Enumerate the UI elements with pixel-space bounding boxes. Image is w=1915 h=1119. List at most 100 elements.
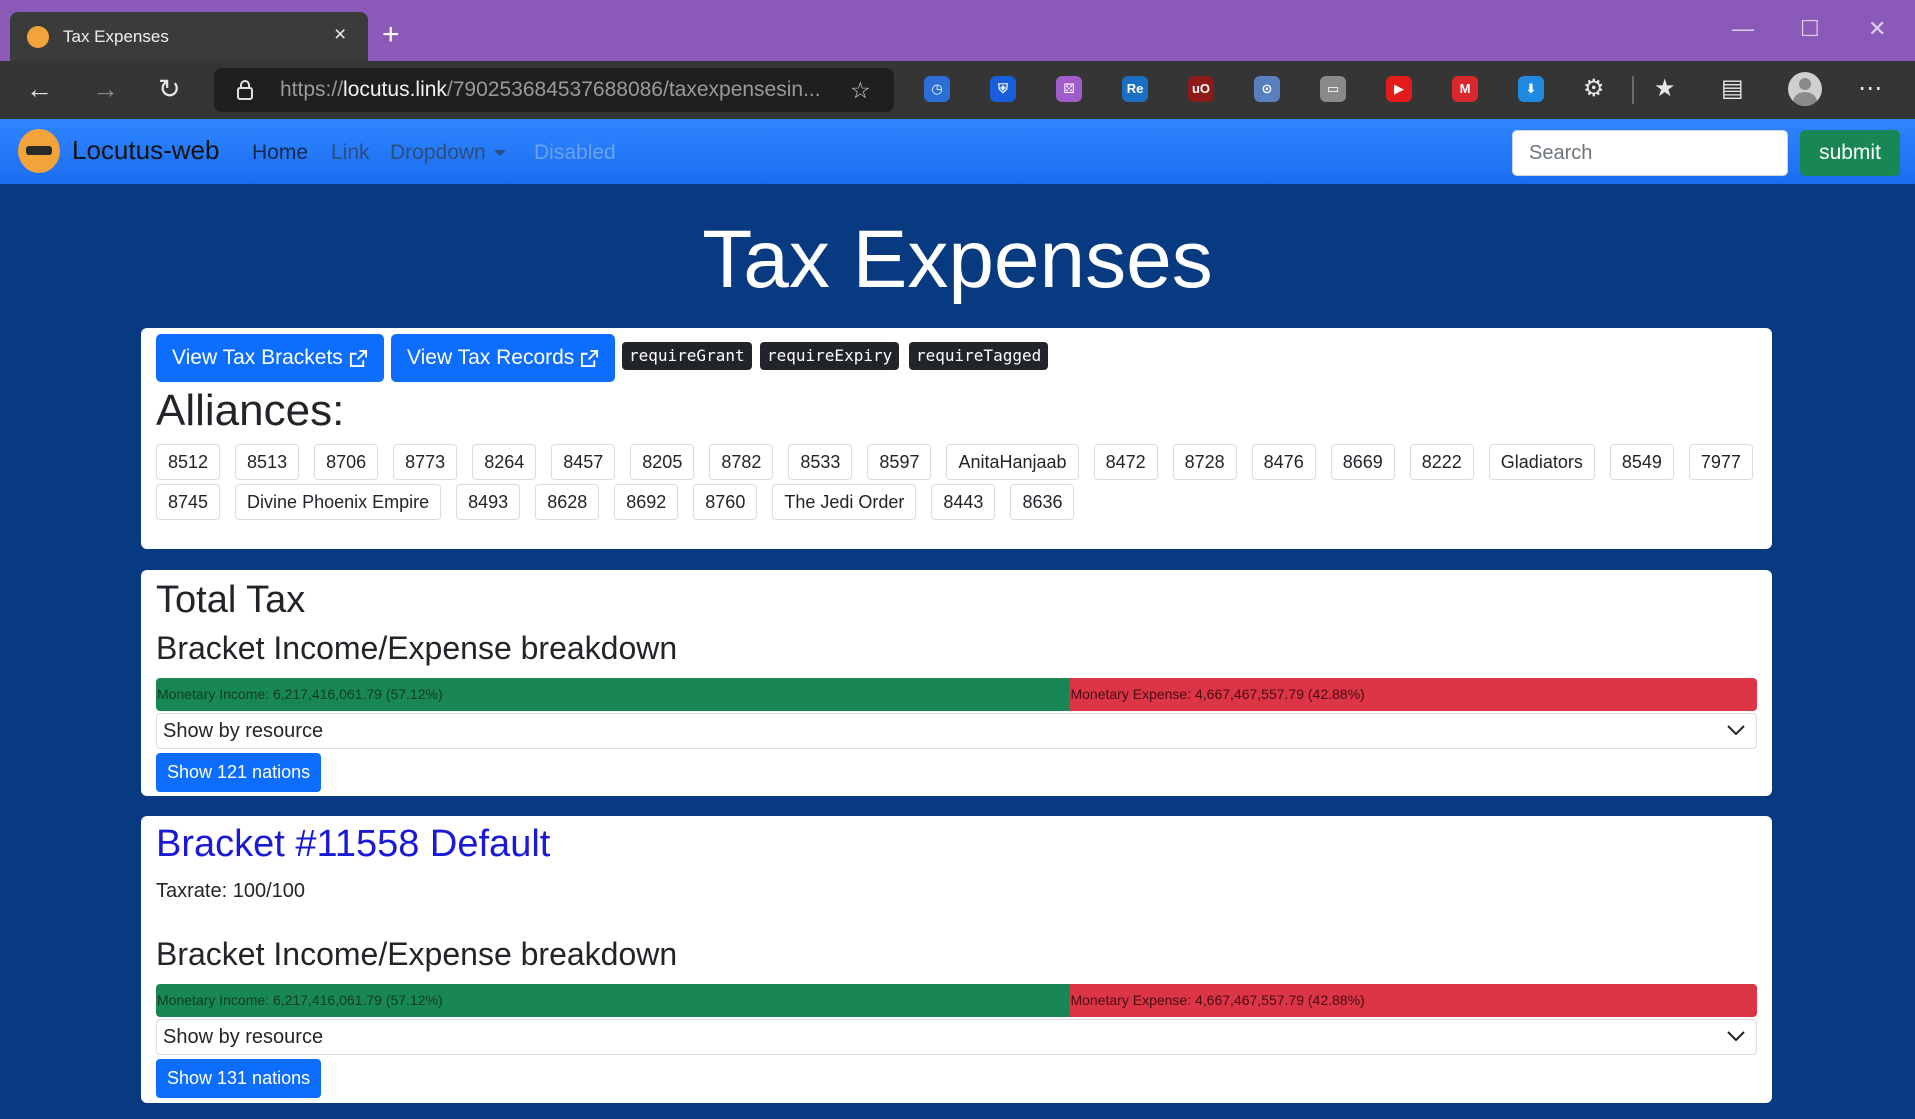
alliance-chip[interactable]: Divine Phoenix Empire	[235, 484, 442, 520]
expense-segment: Monetary Expense: 4,667,467,557.79 (42.8…	[1070, 984, 1757, 1017]
extensions-puzzle-icon[interactable]: ⚙	[1583, 74, 1605, 104]
bitwarden-icon[interactable]: ⛨	[990, 76, 1016, 102]
resource-select[interactable]: Show by resource	[156, 1019, 1757, 1055]
site-favicon-icon	[27, 26, 49, 48]
income-segment: Monetary Income: 6,217,416,061.79 (57.12…	[156, 678, 1071, 711]
alliance-chip[interactable]: 8512	[156, 444, 221, 480]
alliance-chip[interactable]: 8782	[709, 444, 774, 480]
breakdown-heading: Bracket Income/Expense breakdown	[156, 630, 678, 666]
alliance-chip[interactable]: 7977	[1688, 444, 1753, 480]
alliance-chip[interactable]: 8773	[393, 444, 458, 480]
ublock-icon[interactable]: uO	[1188, 76, 1214, 102]
resource-select-label: Show by resource	[163, 720, 324, 742]
more-menu-icon[interactable]: ⋯	[1858, 74, 1882, 104]
back-icon[interactable]: ←	[26, 72, 53, 106]
alliance-chip[interactable]: 8205	[630, 444, 695, 480]
url-text: https://locutus.link/790253684537688086/…	[280, 78, 820, 101]
chevron-down-icon	[493, 150, 506, 157]
alliance-chip[interactable]: 8669	[1330, 444, 1395, 480]
close-window-icon[interactable]: ✕	[1868, 16, 1886, 42]
total-tax-heading: Total Tax	[156, 579, 306, 621]
flag-badge: requireGrant	[622, 342, 752, 370]
nav-disabled: Disabled	[534, 141, 616, 164]
address-bar[interactable]: https://locutus.link/790253684537688086/…	[214, 68, 894, 112]
breakdown-heading: Bracket Income/Expense breakdown	[156, 936, 678, 972]
alliance-chip[interactable]: 8457	[551, 444, 616, 480]
favorites-icon[interactable]: ★	[1654, 74, 1676, 104]
brand-logo-icon[interactable]	[18, 129, 60, 173]
filters-card: View Tax Brackets View Tax Records requi…	[141, 328, 1772, 549]
alliance-chip[interactable]: 8636	[1010, 484, 1075, 520]
external-link-icon	[581, 349, 599, 367]
alliance-chip[interactable]: 8692	[614, 484, 679, 520]
flag-badge: requireExpiry	[760, 342, 900, 370]
alliance-chip[interactable]: 8493	[456, 484, 521, 520]
site-navbar: Locutus-web Home Link Dropdown Disabled …	[0, 119, 1915, 184]
alliance-chip[interactable]: 8628	[535, 484, 600, 520]
search-input[interactable]	[1512, 130, 1788, 176]
alliance-chip[interactable]: AnitaHanjaab	[946, 444, 1079, 480]
chevron-down-icon	[1727, 1031, 1745, 1042]
download-extension-icon[interactable]: ⬇	[1518, 76, 1544, 102]
cast-extension-icon[interactable]: ▭	[1320, 76, 1346, 102]
alliance-chip[interactable]: 8549	[1609, 444, 1674, 480]
tab-title: Tax Expenses	[63, 27, 169, 46]
alliance-chip[interactable]: 8264	[472, 444, 537, 480]
alliance-chip[interactable]: 8728	[1172, 444, 1237, 480]
view-tax-records-button[interactable]: View Tax Records	[391, 334, 616, 382]
alliance-chip[interactable]: 8760	[693, 484, 758, 520]
maximize-icon[interactable]: ☐	[1800, 16, 1820, 42]
brand-name[interactable]: Locutus-web	[72, 135, 219, 166]
alliance-chip[interactable]: 8706	[314, 444, 379, 480]
show-nations-button[interactable]: Show 131 nations	[156, 1059, 322, 1098]
alliances-heading: Alliances:	[156, 386, 345, 435]
alliance-chip[interactable]: 8533	[788, 444, 853, 480]
resource-select[interactable]: Show by resource	[156, 713, 1757, 749]
lock-icon	[237, 80, 253, 100]
alliance-list: 8512 8513 8706 8773 8264 8457 8205 8782 8533 8597…	[156, 444, 1756, 520]
page-title: Tax Expenses	[702, 214, 1213, 305]
tab-close-icon[interactable]: ×	[334, 23, 346, 47]
nav-home[interactable]: Home	[252, 141, 308, 165]
income-segment: Monetary Income: 6,217,416,061.79 (57.12…	[156, 984, 1071, 1017]
forward-icon[interactable]: →	[92, 72, 119, 106]
resource-select-label: Show by resource	[163, 1026, 324, 1048]
alliance-chip[interactable]: 8513	[235, 444, 300, 480]
browser-tab[interactable]: Tax Expenses ×	[10, 12, 368, 62]
bracket-title-link[interactable]: Bracket #11558 Default	[156, 820, 550, 868]
alliance-chip[interactable]: 8222	[1409, 444, 1474, 480]
toolbar-divider	[1632, 76, 1634, 104]
mega-extension-icon[interactable]: M	[1452, 76, 1478, 102]
bracket-card: Bracket #11558 Default Taxrate: 100/100 …	[141, 816, 1772, 1103]
youtube-extension-icon[interactable]: ▶	[1386, 76, 1412, 102]
submit-button[interactable]: submit	[1800, 130, 1900, 176]
new-tab-icon[interactable]: +	[382, 20, 400, 50]
re-extension-icon[interactable]: Re	[1122, 76, 1148, 102]
nav-dropdown[interactable]: Dropdown	[390, 141, 506, 165]
browser-titlebar: Tax Expenses × + — ☐ ✕	[0, 0, 1915, 62]
alliance-chip[interactable]: 8745	[156, 484, 221, 520]
taxrate-text: Taxrate: 100/100	[156, 880, 305, 902]
alliance-chip[interactable]: 8476	[1251, 444, 1316, 480]
flag-badge: requireTagged	[909, 342, 1049, 370]
view-tax-brackets-button[interactable]: View Tax Brackets	[156, 334, 384, 382]
dice-extension-icon[interactable]: ⚄	[1056, 76, 1082, 102]
show-nations-button[interactable]: Show 121 nations	[156, 753, 322, 792]
collections-icon[interactable]: ▤	[1721, 74, 1744, 104]
expense-segment: Monetary Expense: 4,667,467,557.79 (42.8…	[1070, 678, 1757, 711]
alliance-chip[interactable]: 8597	[867, 444, 932, 480]
clock-extension-icon[interactable]: ◷	[924, 76, 950, 102]
alliance-chip[interactable]: Gladiators	[1488, 444, 1595, 480]
minimize-icon[interactable]: —	[1732, 16, 1754, 42]
reload-icon[interactable]: ↻	[158, 72, 181, 106]
total-tax-card: Total Tax Bracket Income/Expense breakdo…	[141, 570, 1772, 796]
glasses-extension-icon[interactable]: ⊙	[1254, 76, 1280, 102]
income-expense-bar: Monetary Income: 6,217,416,061.79 (57.12…	[156, 984, 1757, 1017]
alliance-chip[interactable]: 8443	[931, 484, 996, 520]
chevron-down-icon	[1727, 725, 1745, 736]
add-favorite-icon[interactable]: ☆	[850, 77, 871, 104]
alliance-chip[interactable]: The Jedi Order	[772, 484, 917, 520]
profile-avatar[interactable]	[1788, 72, 1822, 106]
nav-link[interactable]: Link	[331, 141, 370, 165]
alliance-chip[interactable]: 8472	[1093, 444, 1158, 480]
